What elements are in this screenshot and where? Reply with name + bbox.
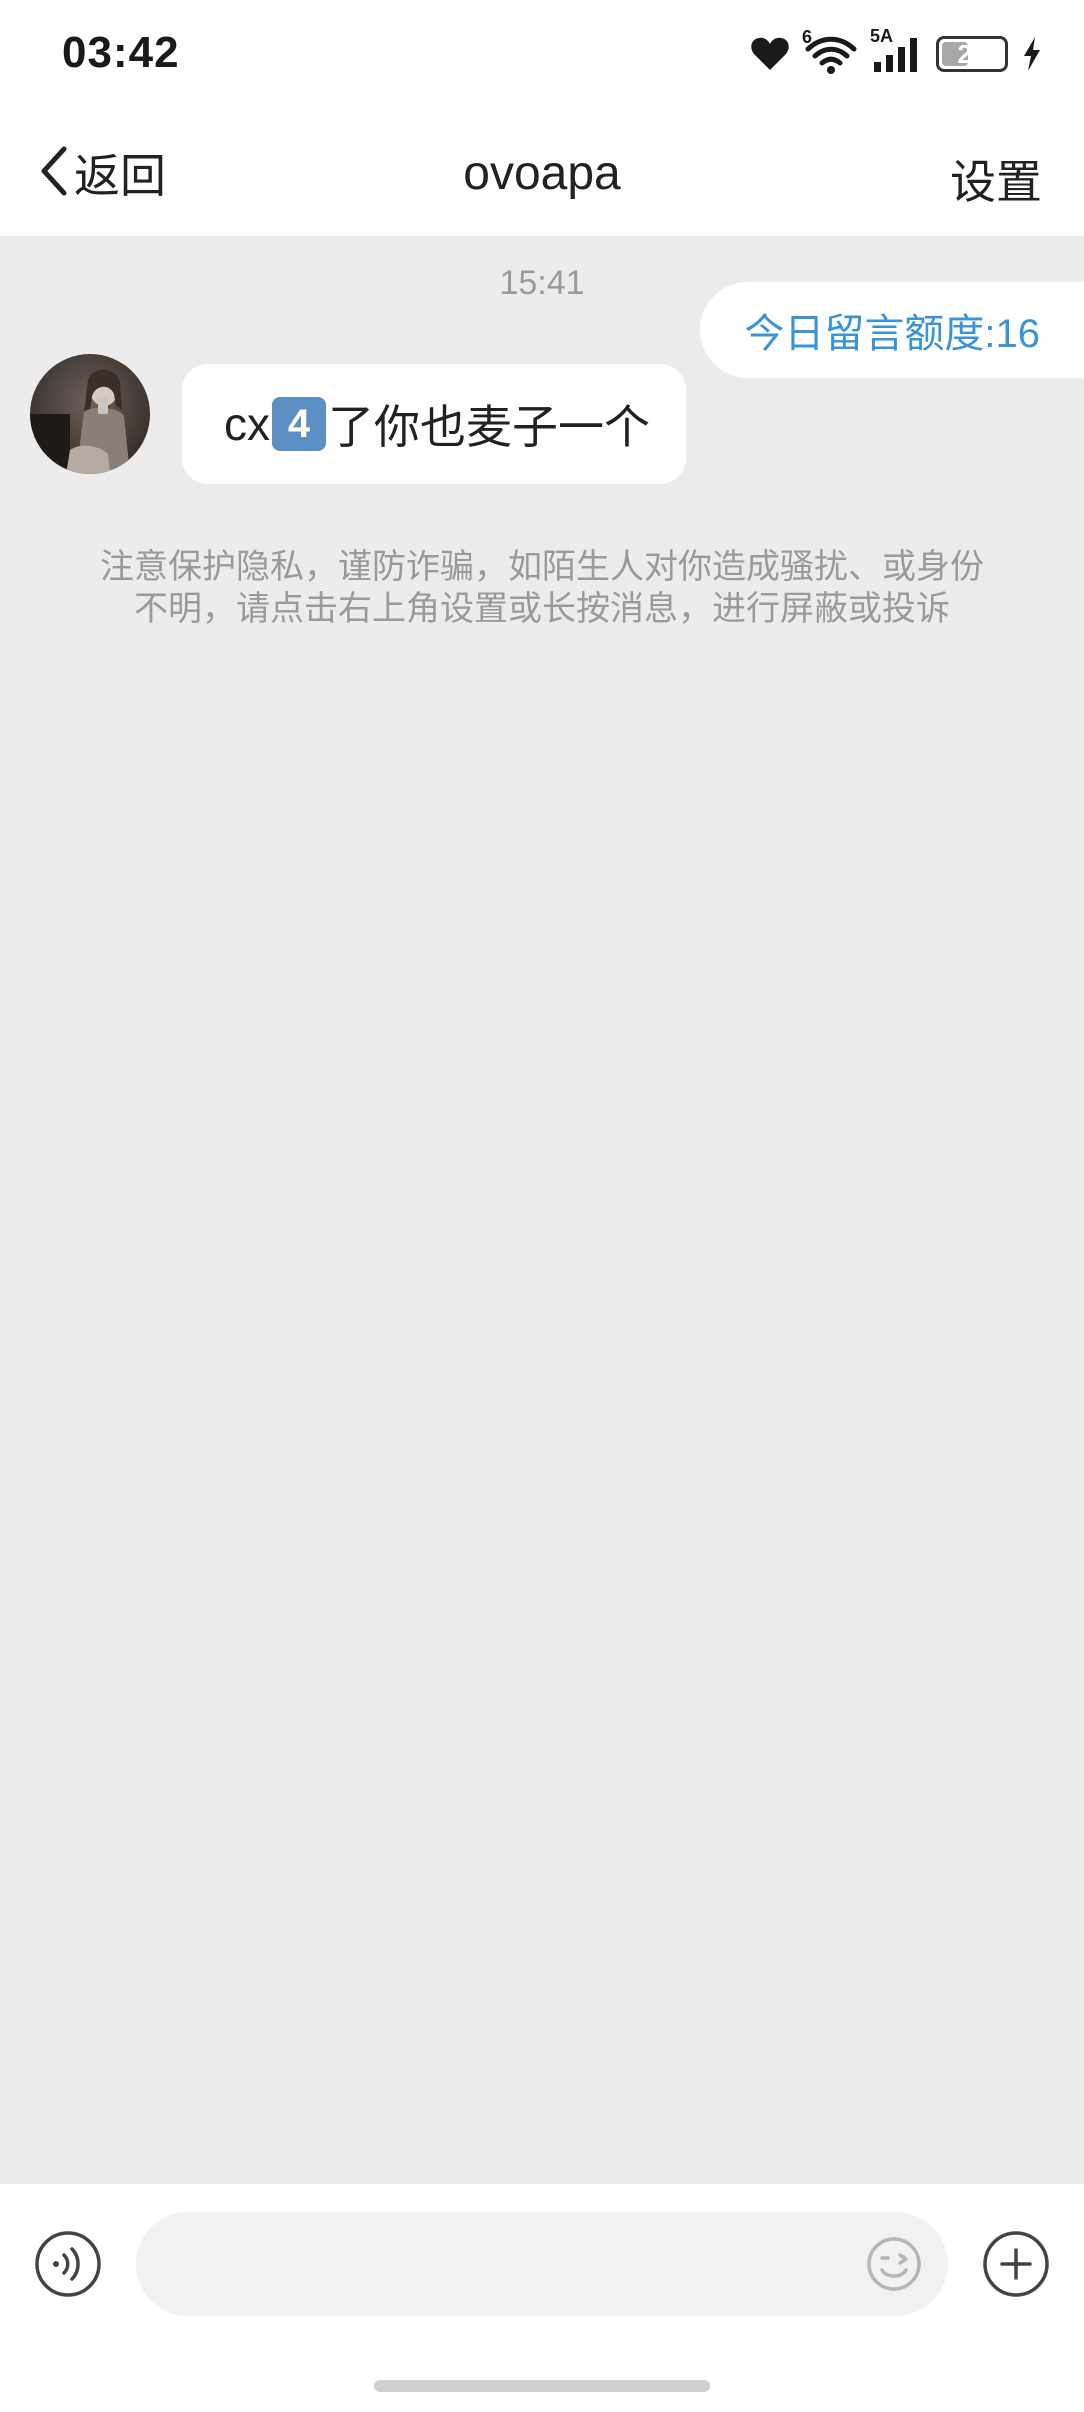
input-bar xyxy=(0,2184,1084,2412)
page-title: ovoapa xyxy=(463,147,621,200)
heart-icon xyxy=(750,36,790,72)
emoji-button[interactable] xyxy=(866,2236,922,2292)
network-type: 5A xyxy=(870,26,894,46)
emoji-icon xyxy=(866,2237,922,2296)
avatar[interactable] xyxy=(30,354,150,474)
home-indicator[interactable] xyxy=(374,2380,710,2392)
battery-icon: 20 xyxy=(936,36,1008,72)
message-bubble[interactable]: cx 4 了你也麦子一个 xyxy=(182,364,686,484)
chat-header: 返回 ovoapa 设置 xyxy=(0,110,1084,236)
signal-icon: 5A xyxy=(870,26,922,74)
message-text-prefix: cx xyxy=(224,398,270,450)
battery-label: 20 xyxy=(957,38,987,69)
message-row: cx 4 了你也麦子一个 xyxy=(30,354,686,484)
chat-area[interactable]: 15:41 今日留言额度:16 cx 4 了你也麦子一个 注意保护隐私，谨防诈骗… xyxy=(0,236,1084,2184)
more-button[interactable] xyxy=(982,2230,1050,2298)
daily-quota-badge: 今日留言额度:16 xyxy=(700,282,1084,378)
status-time: 03:42 xyxy=(62,28,180,77)
voice-icon xyxy=(34,2231,102,2302)
message-input[interactable] xyxy=(136,2212,948,2316)
wifi-icon: 6 xyxy=(802,27,858,75)
wifi-badge: 6 xyxy=(802,27,813,47)
charging-bolt-icon xyxy=(1022,36,1042,72)
privacy-notice: 注意保护隐私，谨防诈骗，如陌生人对你造成骚扰、或身份不明，请点击右上角设置或长按… xyxy=(100,548,984,628)
plus-icon xyxy=(982,2231,1050,2302)
status-bar: 03:42 6 5A 20 xyxy=(0,0,1084,110)
status-icons: 6 5A 20 xyxy=(750,26,1042,78)
voice-button[interactable] xyxy=(34,2230,102,2298)
keycap-four-emoji: 4 xyxy=(272,397,326,451)
settings-button[interactable]: 设置 xyxy=(950,146,1042,212)
message-text-suffix: 了你也麦子一个 xyxy=(328,401,650,453)
